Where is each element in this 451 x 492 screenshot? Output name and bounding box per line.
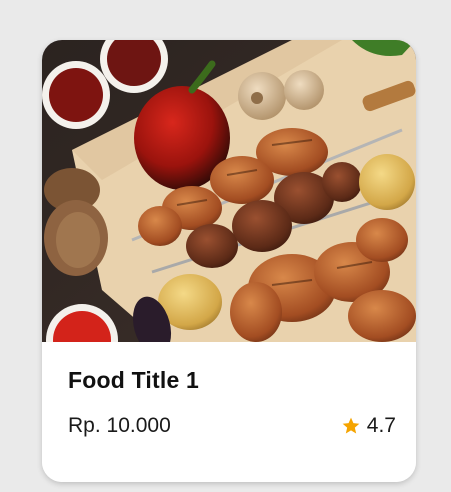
food-image [42,40,416,342]
food-rating: 4.7 [341,414,396,438]
food-price: Rp. 10.000 [68,414,171,437]
star-icon [342,417,360,434]
rating-value: 4.7 [366,414,396,437]
card-info: Food Title 1 Rp. 10.000 4.7 [42,342,416,482]
food-card[interactable]: Food Title 1 Rp. 10.000 4.7 [42,40,416,482]
food-title: Food Title 1 [68,367,200,393]
